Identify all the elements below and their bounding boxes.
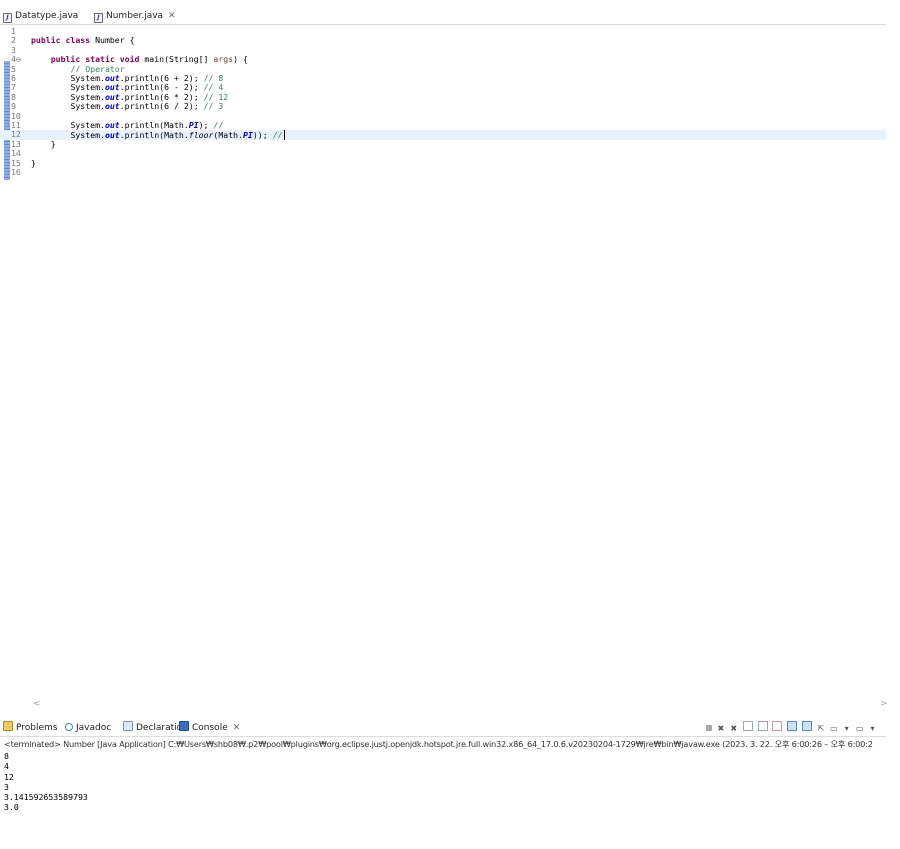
code-line: 9 System.out.println(6 / 2); // 3 [11,101,224,112]
terminate-icon[interactable] [706,725,712,731]
code-line: 11 System.out.println(Math.PI); // [11,120,224,130]
remove-launch-icon[interactable]: ✖ [717,725,725,733]
problems-icon [3,721,13,731]
fold-toggle-icon[interactable]: ⊖ [16,54,21,64]
tab-label: Datatype.java [15,11,79,21]
code-line: 2 public class Number { [11,35,135,46]
remove-all-icon[interactable]: ✖ [730,725,738,733]
console-line: 3.141592653589793 [4,792,88,803]
editor-tab-bar: J Datatype.java J Number.java ✕ [0,8,886,25]
show-stderr-icon[interactable] [802,721,813,731]
scroll-lock-icon[interactable] [757,721,768,731]
console-toolbar: ✖ ✖ ⇱ ▭ ▾ ▭ ▾ [706,721,879,736]
console-line: 12 [4,771,14,782]
tab-label: Number.java [106,11,164,21]
declaration-icon [123,721,133,731]
view-menu-icon[interactable]: ▾ [869,725,877,733]
panel-tab-bar: Problems Javadoc Declaration Console ✕ ✖ … [0,721,886,737]
tab-javadoc[interactable]: Javadoc [65,721,111,736]
console-line: 3 [4,781,9,792]
code-line: 16 [11,167,21,177]
code-line: 13 } [11,138,56,149]
console-status: <terminated> Number [Java Application] C… [4,739,873,749]
tab-datatype-java[interactable]: J Datatype.java [3,9,78,24]
pin-console-icon[interactable]: ⇱ [817,725,825,733]
show-stdout-icon[interactable] [787,721,798,731]
code-line: 14 [11,148,21,159]
clear-console-icon[interactable] [742,721,753,731]
tab-problems[interactable]: Problems [3,721,57,736]
code-editor[interactable]: 1 2 public class Number { 3 4⊖ public sta… [0,25,886,702]
tab-console[interactable]: Console ✕ [179,721,240,736]
horizontal-scrollbar[interactable]: < > [0,699,888,712]
console-line: 8 [4,751,9,761]
word-wrap-icon[interactable] [772,721,783,731]
close-icon[interactable]: ✕ [168,11,176,21]
console-line: 3.0 [4,802,19,813]
console-line: 4 [4,761,9,772]
java-file-icon: J [3,13,12,23]
code-line: 4⊖ public static void main(String[] args… [11,54,248,65]
javadoc-icon [65,723,73,731]
tab-number-java[interactable]: J Number.java ✕ [94,9,176,24]
current-code-line: 12 System.out.println(Math.floor(Math.PI… [0,129,886,141]
code-line: 15} [11,157,36,168]
java-file-icon: J [94,13,103,23]
scroll-right-icon[interactable]: > [880,699,888,709]
console-output[interactable]: 8 4 12 3 3.141592653589793 3.0 [4,751,88,813]
console-icon [179,721,189,731]
display-console-icon[interactable]: ▭ [830,725,838,733]
chevron-down-icon[interactable]: ▾ [843,725,851,733]
close-icon[interactable]: ✕ [233,723,241,733]
scroll-left-icon[interactable]: < [33,699,41,709]
open-console-icon[interactable]: ▭ [856,725,864,733]
